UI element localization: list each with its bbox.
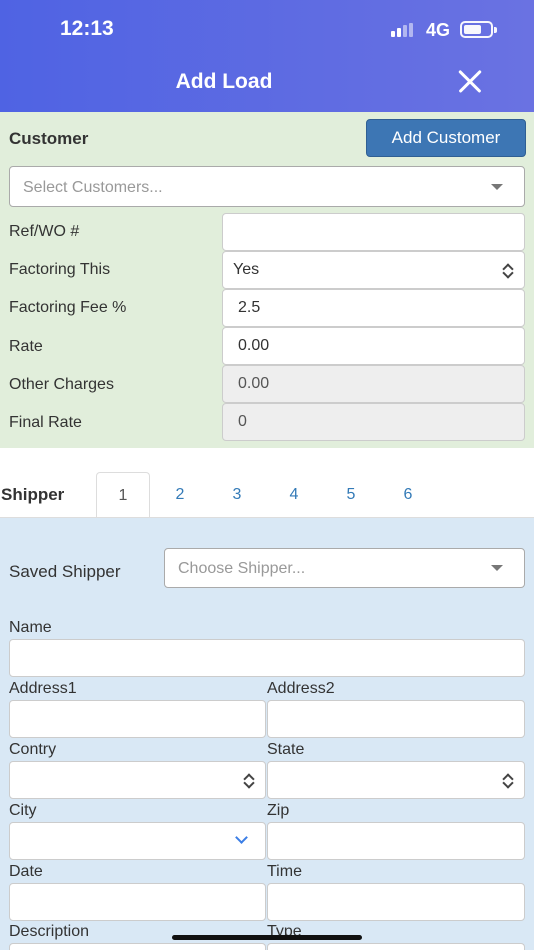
name-label: Name: [9, 619, 52, 636]
tab-5[interactable]: 5: [324, 472, 378, 518]
date-input[interactable]: [9, 883, 266, 921]
address1-input[interactable]: [9, 700, 266, 738]
home-indicator: [172, 935, 362, 940]
shipper-tabs-title: Shipper: [1, 485, 65, 504]
country-label: Contry: [9, 741, 57, 758]
caret-down-icon: [491, 184, 503, 190]
rate-label: Rate: [9, 338, 43, 355]
address2-label: Address2: [267, 680, 335, 697]
description-input[interactable]: [9, 943, 266, 950]
tab-3[interactable]: 3: [210, 472, 264, 518]
customer-select[interactable]: Select Customers...: [9, 166, 525, 207]
tab-6[interactable]: 6: [381, 472, 435, 518]
up-down-icon: [502, 773, 514, 787]
state-label: State: [267, 741, 305, 758]
other-charges-input: 0.00: [222, 365, 525, 403]
up-down-icon: [243, 773, 255, 787]
signal-icon: [391, 23, 417, 37]
final-rate-input: 0: [222, 403, 525, 441]
tab-4[interactable]: 4: [267, 472, 321, 518]
status-time: 12:13: [60, 17, 114, 40]
saved-shipper-label: Saved Shipper: [9, 562, 121, 581]
shipper-section: Saved Shipper Choose Shipper... Name Add…: [0, 518, 534, 950]
caret-down-icon: [491, 565, 503, 571]
close-icon[interactable]: [453, 64, 487, 98]
factoring-fee-label: Factoring Fee %: [9, 299, 127, 316]
customer-label: Customer: [9, 129, 89, 148]
saved-shipper-select[interactable]: Choose Shipper...: [164, 548, 525, 588]
ref-wo-input[interactable]: [222, 213, 525, 251]
tab-2[interactable]: 2: [153, 472, 207, 518]
name-input[interactable]: [9, 639, 525, 677]
state-select[interactable]: [267, 761, 525, 799]
rate-input[interactable]: 0.00: [222, 327, 525, 365]
factoring-select-value: Yes: [233, 261, 260, 278]
type-input[interactable]: [267, 943, 525, 950]
network-type: 4G: [426, 20, 451, 40]
shipper-tabs: Shipper 1 2 3 4 5 6: [0, 448, 534, 519]
other-charges-label: Other Charges: [9, 376, 114, 393]
battery-icon: [460, 21, 497, 38]
saved-shipper-placeholder: Choose Shipper...: [178, 560, 306, 577]
zip-input[interactable]: [267, 822, 525, 860]
up-down-icon: [502, 263, 514, 277]
country-select[interactable]: [9, 761, 266, 799]
time-label: Time: [267, 863, 302, 880]
date-label: Date: [9, 863, 43, 880]
page-title: Add Load: [175, 70, 273, 93]
add-customer-button[interactable]: Add Customer: [366, 119, 526, 157]
city-select[interactable]: [9, 822, 266, 860]
factoring-select[interactable]: Yes: [222, 251, 525, 289]
final-rate-label: Final Rate: [9, 414, 82, 431]
address1-label: Address1: [9, 680, 77, 697]
factoring-label: Factoring This: [9, 261, 111, 278]
factoring-fee-input[interactable]: 2.5: [222, 289, 525, 327]
city-label: City: [9, 802, 37, 819]
customer-select-placeholder: Select Customers...: [23, 179, 163, 196]
customer-section: Customer Add Customer Select Customers..…: [0, 112, 534, 448]
address2-input[interactable]: [267, 700, 525, 738]
time-input[interactable]: [267, 883, 525, 921]
chevron-down-icon: [235, 831, 248, 844]
zip-label: Zip: [267, 802, 290, 819]
description-label: Description: [9, 923, 90, 940]
tab-1[interactable]: 1: [96, 472, 150, 519]
ref-wo-label: Ref/WO #: [9, 223, 80, 240]
app-header: 12:13 4G Add Load: [0, 0, 534, 112]
